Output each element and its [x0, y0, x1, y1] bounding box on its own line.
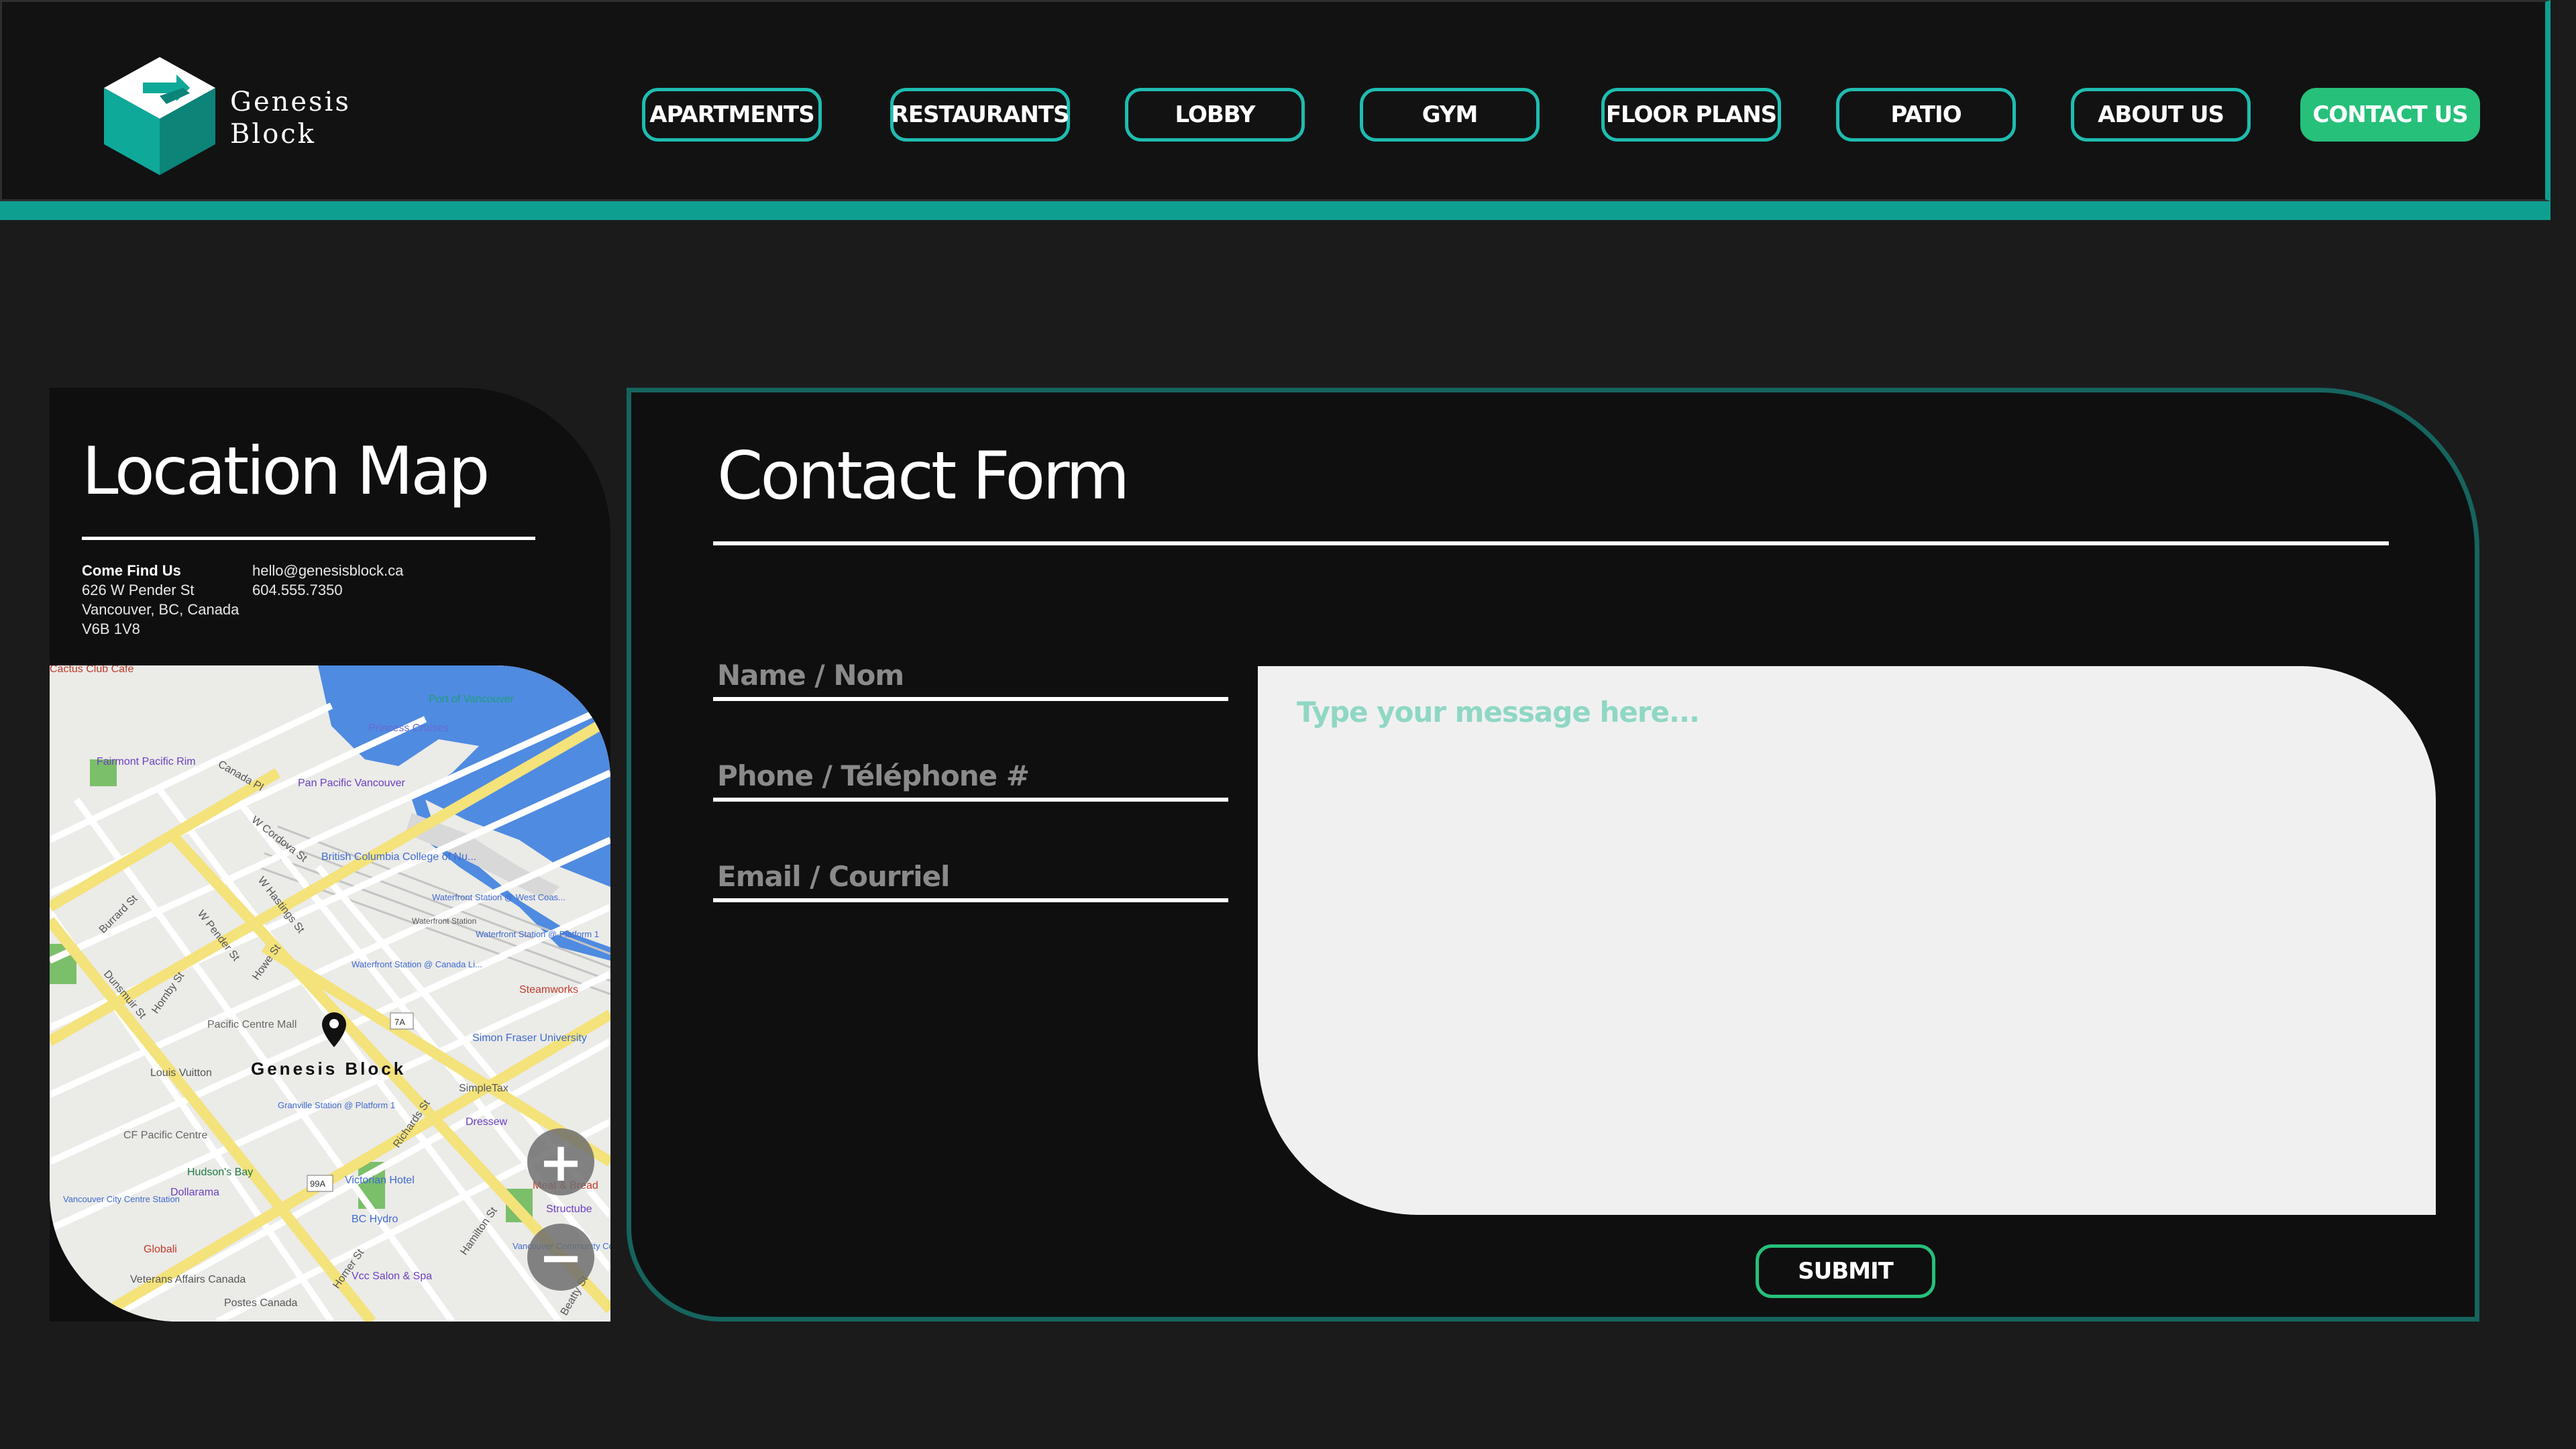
poi-label[interactable]: Simon Fraser University [472, 1032, 587, 1044]
poi-label[interactable]: British Columbia College of Nu... [321, 851, 476, 863]
poi-label[interactable]: Waterfront Station @ Canada Li... [352, 959, 482, 969]
poi-label[interactable]: Fairmont Pacific Rim [97, 756, 196, 767]
poi-label[interactable]: Pan Pacific Vancouver [298, 777, 405, 789]
contact-details: hello@genesisblock.ca 604.555.7350 [252, 561, 403, 600]
email-field-label: Email / Courriel [717, 860, 950, 893]
poi-label[interactable]: Vcc Salon & Spa [352, 1271, 432, 1282]
email-link[interactable]: hello@genesisblock.ca [252, 561, 403, 580]
poi-label[interactable]: Hudson's Bay [187, 1167, 253, 1178]
poi-label[interactable]: Princess Cruises [368, 722, 449, 734]
contact-title: Contact Form [717, 438, 1130, 515]
location-panel: Location Map Come Find Us 626 W Pender S… [50, 388, 610, 1322]
address-line-3: V6B 1V8 [82, 621, 140, 637]
find-us-heading: Come Find Us [82, 562, 181, 579]
poi-label[interactable]: Vancouver City Centre Station [63, 1194, 180, 1204]
message-placeholder: Type your message here... [1297, 696, 1700, 729]
poi-label[interactable]: Postes Canada [224, 1297, 298, 1309]
poi-label[interactable]: SimpleTax [459, 1083, 508, 1094]
nav-about-us-button[interactable]: ABOUT US [2071, 88, 2251, 142]
plus-icon[interactable]: + [527, 1128, 594, 1195]
message-textarea[interactable]: Type your message here... [1258, 666, 2436, 1215]
poi-label[interactable]: Waterfront Station @ West Coas... [432, 892, 566, 902]
minus-icon[interactable]: − [527, 1224, 594, 1291]
phone-field-underline [713, 798, 1228, 802]
nav-contact-us-button[interactable]: CONTACT US [2300, 88, 2480, 142]
location-title: Location Map [82, 433, 490, 510]
nav-lobby-button[interactable]: LOBBY [1125, 88, 1305, 142]
submit-button[interactable]: SUBMIT [1756, 1244, 1935, 1298]
poi-label[interactable]: BC Hydro [352, 1214, 398, 1225]
nav-gym-button[interactable]: GYM [1360, 88, 1540, 142]
phone-link[interactable]: 604.555.7350 [252, 580, 403, 600]
contact-divider [713, 541, 2389, 545]
address-block: Come Find Us 626 W Pender St Vancouver, … [82, 561, 239, 639]
nav-floor-plans-button[interactable]: FLOOR PLANS [1601, 88, 1781, 142]
location-map[interactable]: W Cordova St W Hastings St W Pender St B… [50, 665, 610, 1322]
poi-label[interactable]: Dressew [466, 1116, 508, 1128]
name-field[interactable]: Name / Nom [713, 647, 1228, 701]
contact-panel: Contact Form Name / Nom Phone / Téléphon… [627, 388, 2479, 1322]
isometric-cube-logo-icon[interactable] [103, 56, 217, 176]
location-divider [82, 537, 535, 540]
brand-name[interactable]: Genesis Block [230, 86, 351, 150]
poi-label[interactable]: Steamworks [519, 984, 578, 996]
nav-restaurants-button[interactable]: RESTAURANTS [890, 88, 1070, 142]
poi-label[interactable]: Veterans Affairs Canada [130, 1274, 246, 1285]
nav-patio-button[interactable]: PATIO [1836, 88, 2016, 142]
address-line-1: 626 W Pender St [82, 582, 195, 598]
poi-label[interactable]: Louis Vuitton [150, 1067, 212, 1079]
nav-apartments-button[interactable]: APARTMENTS [642, 88, 822, 142]
poi-label[interactable]: Structube [546, 1203, 592, 1215]
poi-label[interactable]: Cactus Club Cafe [50, 665, 133, 675]
poi-label[interactable]: Victorian Hotel [345, 1175, 415, 1186]
address-line-2: Vancouver, BC, Canada [82, 601, 239, 618]
route-badge: 99A [310, 1179, 325, 1189]
brand-name-line1: Genesis [230, 87, 351, 117]
brand-name-line2: Block [230, 119, 316, 150]
name-field-label: Name / Nom [717, 659, 904, 692]
email-field[interactable]: Email / Courriel [713, 849, 1228, 902]
poi-label[interactable]: Waterfront Station @ Platform 1 [476, 929, 599, 939]
poi-label[interactable]: CF Pacific Centre [123, 1130, 207, 1141]
site-header: Genesis Block APARTMENTS RESTAURANTS LOB… [0, 0, 2551, 201]
poi-label[interactable]: Port of Vancouver [429, 694, 515, 705]
route-badge: 7A [394, 1017, 405, 1027]
header-accent-strip [0, 201, 2551, 220]
email-field-underline [713, 898, 1228, 902]
phone-field-label: Phone / Téléphone # [717, 759, 1030, 792]
poi-label[interactable]: Pacific Centre Mall [207, 1019, 297, 1030]
poi-label[interactable]: Granville Station @ Platform 1 [278, 1100, 395, 1110]
poi-label[interactable]: Waterfront Station [412, 916, 476, 926]
name-field-underline [713, 697, 1228, 701]
poi-label[interactable]: Globali [144, 1244, 177, 1255]
map-pin-label: Genesis Block [251, 1059, 406, 1079]
phone-field[interactable]: Phone / Téléphone # [713, 748, 1228, 802]
